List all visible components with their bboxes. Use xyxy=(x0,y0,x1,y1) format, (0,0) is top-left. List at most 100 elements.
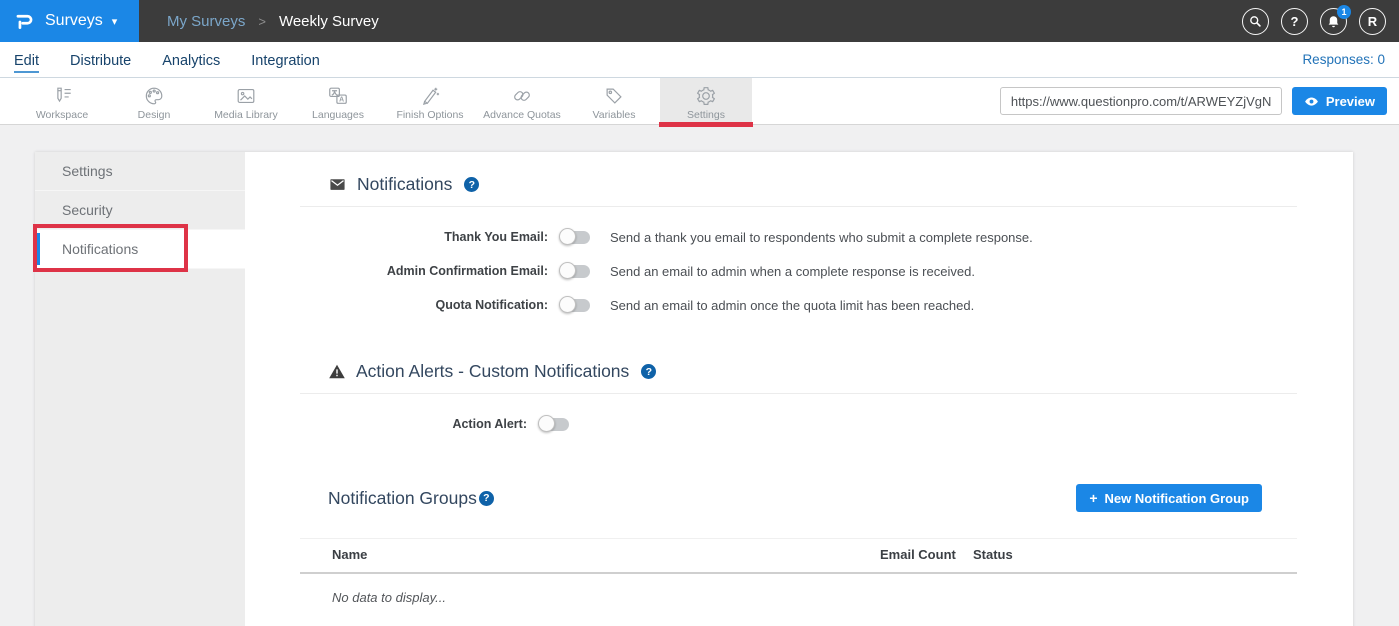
action-alert-row: Action Alert: xyxy=(300,414,1297,434)
tab-edit[interactable]: Edit xyxy=(14,47,39,73)
empty-table-message: No data to display... xyxy=(300,574,1297,605)
plus-icon: + xyxy=(1089,490,1097,506)
sidebar-item-settings[interactable]: Settings xyxy=(35,152,245,191)
settings-card: Settings Security Notifications Notifica… xyxy=(35,152,1353,626)
app-name: Surveys xyxy=(45,12,103,30)
edit-toolbar: Workspace Design Media Library A Languag… xyxy=(0,78,1399,125)
preview-button-label: Preview xyxy=(1326,94,1375,109)
thank-you-email-toggle[interactable] xyxy=(560,231,590,244)
notification-groups-help-icon[interactable]: ? xyxy=(479,491,494,506)
admin-confirmation-email-row: Admin Confirmation Email: Send an email … xyxy=(300,261,1297,281)
toolbar-design-label: Design xyxy=(138,109,171,121)
column-header-email-count: Email Count xyxy=(880,547,973,562)
toolbar-media-library[interactable]: Media Library xyxy=(200,78,292,124)
toolbar-workspace[interactable]: Workspace xyxy=(16,78,108,124)
toolbar-variables-label: Variables xyxy=(593,109,636,121)
toggle-knob xyxy=(559,262,576,279)
annotation-underline xyxy=(659,122,753,127)
app-window: Surveys ▾ My Surveys > Weekly Survey ? 1… xyxy=(0,0,1399,626)
questionpro-logo-icon xyxy=(14,11,35,32)
notifications-button[interactable]: 1 xyxy=(1320,8,1347,35)
quota-notification-toggle[interactable] xyxy=(560,299,590,312)
media-library-icon xyxy=(235,85,257,107)
settings-content: Notifications ? Thank You Email: Send a … xyxy=(245,152,1353,626)
caret-down-icon: ▾ xyxy=(112,15,118,28)
section-action-alerts: Action Alerts - Custom Notifications ? A… xyxy=(300,361,1297,434)
groups-table-header: Name Email Count Status xyxy=(300,538,1297,574)
thank-you-email-label: Thank You Email: xyxy=(300,230,548,244)
new-notification-group-label: New Notification Group xyxy=(1105,491,1249,506)
advance-quotas-icon xyxy=(511,85,533,107)
toolbar-advance-quotas[interactable]: Advance Quotas xyxy=(476,78,568,124)
notifications-title: Notifications xyxy=(357,174,452,195)
tab-analytics[interactable]: Analytics xyxy=(162,47,220,73)
workspace-icon xyxy=(51,85,73,107)
toolbar-workspace-label: Workspace xyxy=(36,109,88,121)
toolbar-variables[interactable]: Variables xyxy=(568,78,660,124)
breadcrumb-separator: > xyxy=(258,14,266,29)
survey-url-input[interactable] xyxy=(1000,87,1282,115)
tab-integration[interactable]: Integration xyxy=(251,47,320,73)
admin-confirmation-email-toggle[interactable] xyxy=(560,265,590,278)
sidebar-item-security-label: Security xyxy=(62,202,113,218)
toggle-knob xyxy=(559,228,576,245)
breadcrumb: My Surveys > Weekly Survey xyxy=(167,13,379,30)
notifications-header: Notifications ? xyxy=(328,174,1297,195)
action-alerts-header: Action Alerts - Custom Notifications ? xyxy=(328,361,1297,382)
action-alert-label: Action Alert: xyxy=(300,417,527,431)
survey-nav-bar: Edit Distribute Analytics Integration Re… xyxy=(0,42,1399,78)
sidebar-item-notifications-label: Notifications xyxy=(62,241,138,257)
eye-icon xyxy=(1304,94,1319,109)
page-background: Settings Security Notifications Notifica… xyxy=(0,125,1399,626)
toolbar-finish-options-label: Finish Options xyxy=(396,109,463,121)
toolbar-design[interactable]: Design xyxy=(108,78,200,124)
toolbar-advance-quotas-label: Advance Quotas xyxy=(483,109,561,121)
toolbar-finish-options[interactable]: Finish Options xyxy=(384,78,476,124)
thank-you-email-description: Send a thank you email to respondents wh… xyxy=(610,230,1033,245)
question-mark-icon: ? xyxy=(1291,14,1299,29)
action-alert-toggle[interactable] xyxy=(539,418,569,431)
product-switcher[interactable]: Surveys ▾ xyxy=(0,0,139,42)
column-header-status: Status xyxy=(973,547,1297,562)
avatar-initial: R xyxy=(1368,14,1377,29)
variables-icon xyxy=(603,85,625,107)
sidebar-item-security[interactable]: Security xyxy=(35,191,245,230)
notification-groups-header: Notification Groups ? + New Notification… xyxy=(300,484,1297,512)
quota-notification-description: Send an email to admin once the quota li… xyxy=(610,298,974,313)
column-header-name: Name xyxy=(332,547,880,562)
toolbar-settings[interactable]: Settings xyxy=(660,78,752,124)
toolbar-settings-label: Settings xyxy=(687,109,725,121)
admin-confirmation-email-label: Admin Confirmation Email: xyxy=(300,264,548,278)
breadcrumb-my-surveys[interactable]: My Surveys xyxy=(167,13,245,30)
sidebar-item-notifications[interactable]: Notifications xyxy=(35,230,245,269)
toolbar-languages[interactable]: A Languages xyxy=(292,78,384,124)
design-icon xyxy=(143,85,165,107)
help-button[interactable]: ? xyxy=(1281,8,1308,35)
warning-triangle-icon xyxy=(328,363,346,380)
thank-you-email-row: Thank You Email: Send a thank you email … xyxy=(300,227,1297,247)
svg-text:A: A xyxy=(339,96,344,103)
settings-sidebar: Settings Security Notifications xyxy=(35,152,245,626)
quota-notification-label: Quota Notification: xyxy=(300,298,548,312)
new-notification-group-button[interactable]: + New Notification Group xyxy=(1076,484,1262,512)
action-alerts-help-icon[interactable]: ? xyxy=(641,364,656,379)
section-notification-groups: Notification Groups ? + New Notification… xyxy=(300,484,1297,605)
responses-count[interactable]: Responses: 0 xyxy=(1302,52,1385,67)
toggle-knob xyxy=(559,296,576,313)
notifications-help-icon[interactable]: ? xyxy=(464,177,479,192)
search-button[interactable] xyxy=(1242,8,1269,35)
top-icon-group: ? 1 R xyxy=(1230,8,1386,35)
action-alerts-title: Action Alerts - Custom Notifications xyxy=(356,361,629,382)
tab-distribute[interactable]: Distribute xyxy=(70,47,131,73)
envelope-icon xyxy=(328,176,347,193)
preview-button[interactable]: Preview xyxy=(1292,87,1387,115)
user-avatar[interactable]: R xyxy=(1359,8,1386,35)
divider xyxy=(300,393,1297,394)
sidebar-item-settings-label: Settings xyxy=(62,163,113,179)
admin-confirmation-email-description: Send an email to admin when a complete r… xyxy=(610,264,975,279)
breadcrumb-survey-name: Weekly Survey xyxy=(279,13,379,30)
languages-icon: A xyxy=(327,85,349,107)
quota-notification-row: Quota Notification: Send an email to adm… xyxy=(300,295,1297,315)
finish-options-icon xyxy=(419,85,441,107)
top-bar: Surveys ▾ My Surveys > Weekly Survey ? 1… xyxy=(0,0,1399,42)
